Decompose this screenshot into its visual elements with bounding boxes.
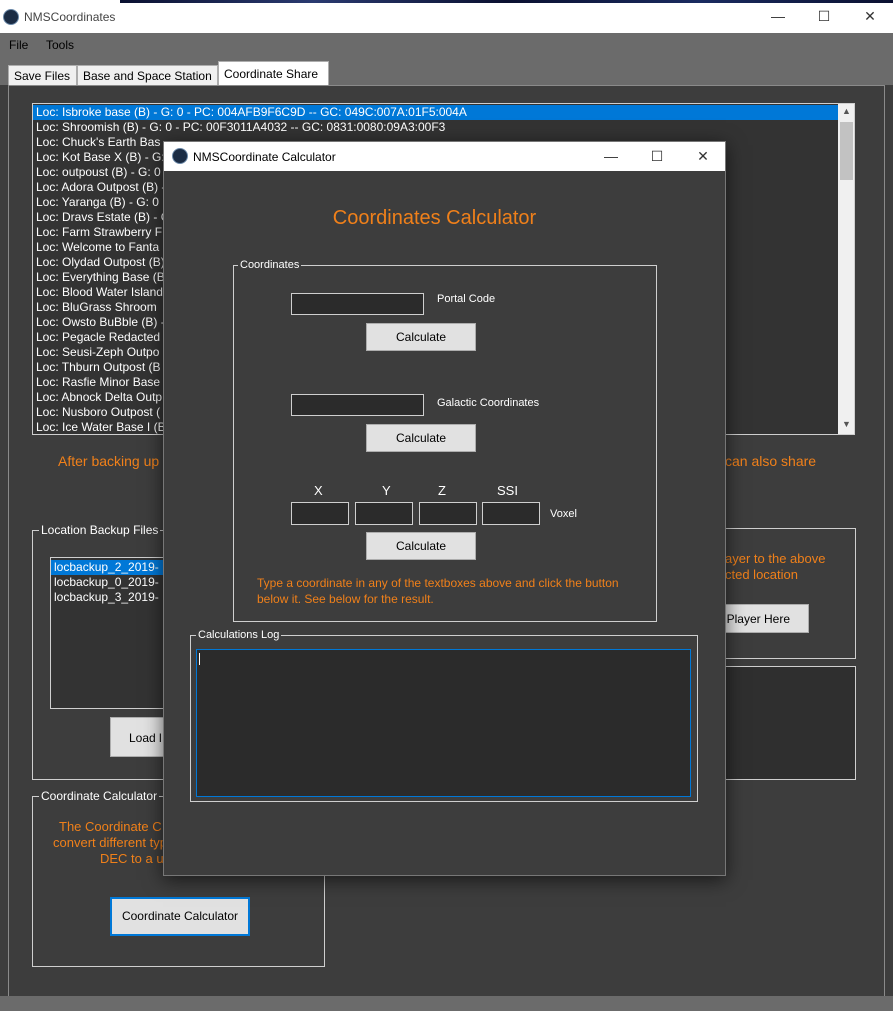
dialog-close-icon[interactable]: ✕ [680,140,726,172]
tab-save-files[interactable]: Save Files [8,65,77,87]
dialog-hint-line2: below it. See below for the result. [257,592,434,606]
dialog-titlebar[interactable]: NMSCoordinate Calculator — ☐ ✕ [164,142,725,171]
list-item[interactable]: Loc: Shroomish (B) - G: 0 - PC: 00F3011A… [33,120,839,135]
scroll-up-icon[interactable]: ▲ [841,106,852,118]
info-text-left: After backing up [58,453,160,469]
tab-base-and-space-station[interactable]: Base and Space Station [77,65,218,87]
voxel-y-input[interactable] [355,502,413,525]
galactic-coordinates-label: Galactic Coordinates [437,397,540,409]
galactic-coordinates-input[interactable] [291,394,424,416]
coordinates-group-label: Coordinates [238,259,302,271]
menu-file[interactable]: File [9,33,28,57]
calculator-dialog: NMSCoordinate Calculator — ☐ ✕ Coordinat… [163,141,726,876]
menubar: File Tools [0,33,893,57]
voxel-ssi-label: SSI [497,483,518,498]
dialog-maximize-icon[interactable]: ☐ [634,140,680,172]
backup-file-list[interactable]: locbackup_2_2019- locbackup_0_2019- locb… [50,557,170,709]
dialog-heading: Coordinates Calculator [332,207,537,229]
scroll-thumb[interactable] [840,122,853,180]
minimize-icon[interactable]: — [755,0,801,32]
list-item[interactable]: Loc: Isbroke base (B) - G: 0 - PC: 004AF… [33,105,839,120]
list-item[interactable]: locbackup_0_2019- [51,575,169,590]
portal-code-input[interactable] [291,293,424,315]
voxel-x-input[interactable] [291,502,349,525]
dialog-hint-line1: Type a coordinate in any of the textboxe… [257,576,619,590]
dialog-minimize-icon[interactable]: — [588,140,634,172]
calc-desc-line2: convert different typ [53,835,167,850]
dialog-app-icon [172,148,188,164]
info-text-right: can also share [725,453,817,469]
calculate-voxel-button[interactable]: Calculate [366,532,476,560]
window-title: NMSCoordinates [24,10,116,24]
window-bottom-frame [0,996,893,1011]
voxel-x-label: X [314,483,323,498]
move-player-text-line2: cted location [725,567,798,582]
text-caret [199,653,200,665]
voxel-z-input[interactable] [419,502,477,525]
app-icon [3,9,19,25]
calculations-log-textarea[interactable] [196,649,691,797]
calculations-log-label: Calculations Log [196,629,282,641]
list-item[interactable]: locbackup_2_2019- [51,560,169,575]
tab-coordinate-share[interactable]: Coordinate Share [218,61,329,87]
calculate-portal-button[interactable]: Calculate [366,323,476,351]
load-backup-button[interactable]: Load l [110,717,170,757]
scroll-down-icon[interactable]: ▼ [841,419,852,431]
list-item[interactable]: locbackup_3_2019- [51,590,169,605]
open-coordinate-calculator-button[interactable]: Coordinate Calculator [110,897,250,936]
portal-code-label: Portal Code [437,293,496,305]
move-player-text-line1: ayer to the above [725,551,826,566]
tabstrip: Save Files Base and Space Station Coordi… [0,57,893,87]
dialog-title: NMSCoordinate Calculator [193,150,336,164]
location-list-scrollbar[interactable]: ▲ ▼ [838,104,854,434]
calc-desc-line3: DEC to a u [100,851,164,866]
maximize-icon[interactable]: ☐ [801,0,847,32]
voxel-ssi-input[interactable] [482,502,540,525]
close-icon[interactable]: ✕ [847,0,893,32]
location-backup-group-label: Location Backup Files [39,523,161,537]
voxel-label: Voxel [550,508,577,520]
main-titlebar[interactable]: NMSCoordinates — ☐ ✕ [0,0,893,33]
coordinate-calculator-group-label: Coordinate Calculator [39,789,160,803]
menu-tools[interactable]: Tools [46,33,74,57]
voxel-y-label: Y [382,483,391,498]
calculate-galactic-button[interactable]: Calculate [366,424,476,452]
calc-desc-line1: The Coordinate C [59,819,162,834]
voxel-z-label: Z [438,483,446,498]
